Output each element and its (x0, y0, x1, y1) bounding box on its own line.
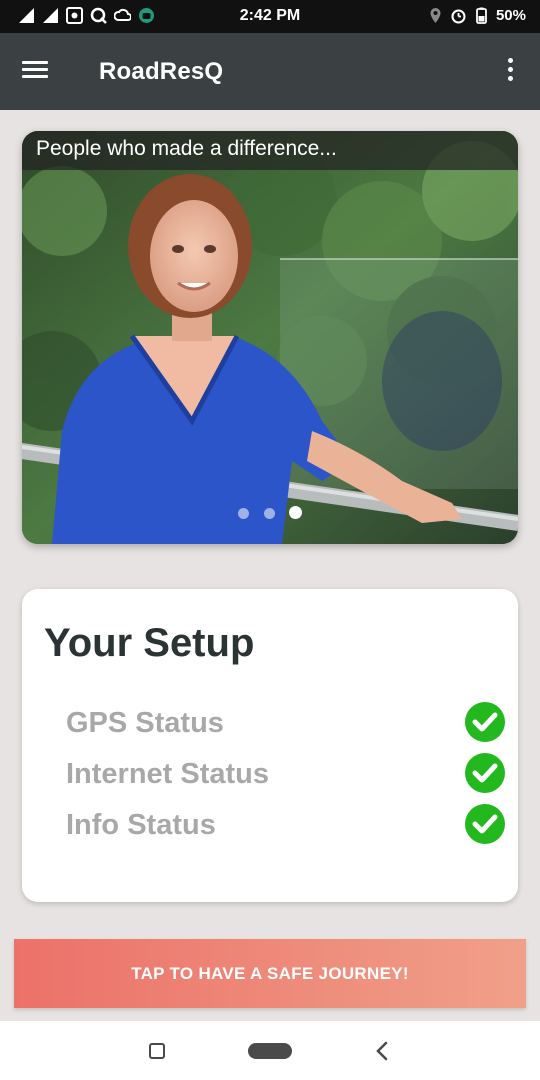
status-label: Internet Status (66, 758, 270, 790)
setup-card: Your Setup GPS Status Internet Status In… (22, 589, 518, 902)
check-circle-icon (465, 753, 505, 793)
hero-carousel[interactable]: People who made a difference... (22, 131, 518, 544)
alarm-icon (451, 9, 466, 24)
hamburger-menu-icon[interactable] (22, 57, 56, 87)
status-bar: 2:42 PM 50% (0, 0, 540, 33)
recents-square-icon[interactable] (149, 1043, 165, 1059)
more-vert-icon[interactable] (500, 58, 520, 86)
carousel-dot[interactable] (238, 508, 250, 519)
safe-journey-button[interactable]: TAP TO HAVE A SAFE JOURNEY! (14, 939, 526, 1008)
location-icon (430, 8, 441, 23)
app-title: RoadResQ (99, 58, 224, 85)
carousel-caption: People who made a difference... (22, 131, 518, 170)
carousel-dot[interactable] (263, 508, 275, 519)
setup-title: Your Setup (44, 621, 255, 665)
system-nav-bar (0, 1021, 540, 1080)
status-row-gps: GPS Status (66, 701, 506, 745)
app-bar: RoadResQ (0, 33, 540, 110)
status-label: Info Status (66, 809, 216, 841)
carousel-dot-active[interactable] (288, 506, 302, 519)
check-circle-icon (465, 702, 505, 742)
check-circle-icon (465, 804, 505, 844)
back-chevron-icon[interactable] (372, 1039, 392, 1063)
status-right-icons: 50% (427, 7, 526, 24)
battery-percent: 50% (495, 7, 526, 24)
battery-icon (476, 7, 487, 24)
status-label: GPS Status (66, 707, 224, 739)
carousel-dots (22, 506, 518, 524)
status-row-info: Info Status (66, 803, 506, 847)
home-pill-icon[interactable] (248, 1043, 292, 1059)
carousel-photo (22, 131, 518, 544)
status-row-internet: Internet Status (66, 752, 506, 796)
